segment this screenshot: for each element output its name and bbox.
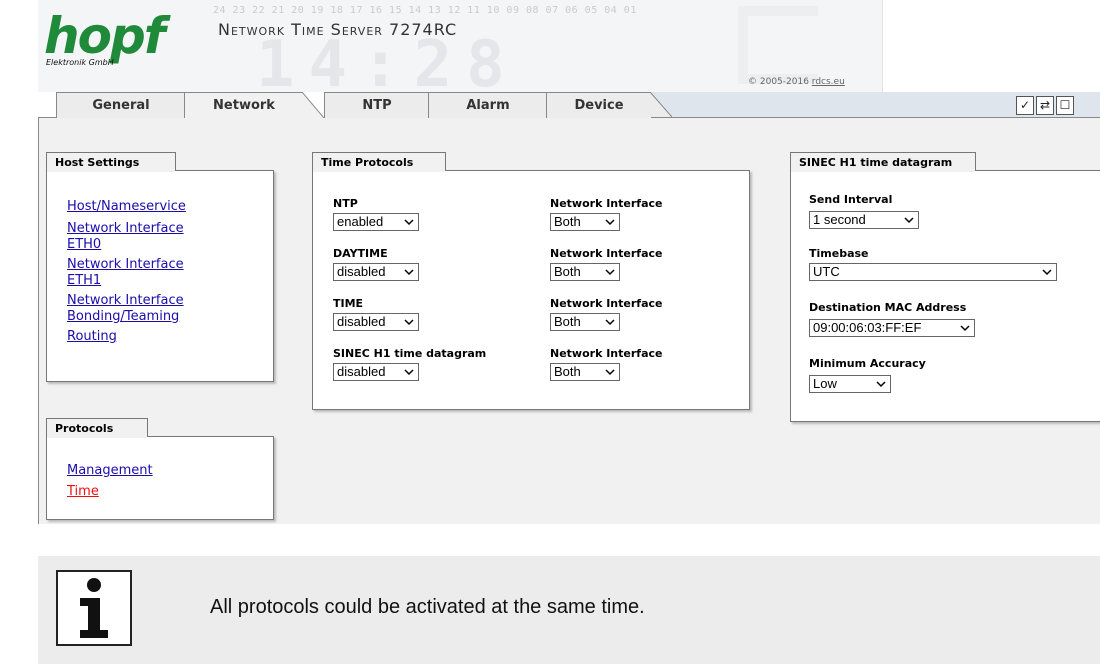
hopf-logo: hopf	[44, 7, 165, 65]
chevron-down-icon	[404, 219, 414, 226]
tab-device[interactable]: Device	[546, 92, 651, 118]
send-interval-select[interactable]: 1 second	[809, 211, 919, 229]
send-interval-value: 1 second	[813, 212, 866, 227]
chevron-down-icon	[960, 325, 970, 332]
link-network-interface-eth1[interactable]: Network Interface ETH1	[67, 257, 217, 289]
protocols-panel: Management Time	[46, 436, 274, 520]
host-settings-title: Host Settings	[46, 152, 176, 172]
chevron-down-icon	[876, 381, 886, 388]
ntp-select-value: enabled	[337, 214, 384, 229]
time-iface-select[interactable]: Both	[550, 313, 620, 331]
chevron-down-icon	[404, 319, 414, 326]
dest-mac-select[interactable]: 09:00:06:03:FF:EF	[809, 319, 975, 337]
check-icon[interactable]: ✓	[1016, 96, 1034, 115]
daytime-iface-label: Network Interface	[550, 247, 663, 260]
time-label: TIME	[333, 297, 364, 310]
info-text: All protocols could be activated at the …	[210, 596, 645, 618]
header-bg-graphic	[738, 6, 818, 84]
info-glyph	[80, 578, 108, 638]
app-title: Network Time Server 7274RC	[218, 20, 458, 39]
copyright-text: © 2005-2016	[748, 77, 812, 87]
host-settings-panel: Host/Nameservice Network Interface ETH0 …	[46, 170, 274, 382]
protocols-links: Management Time	[67, 463, 153, 500]
link-host-nameservice[interactable]: Host/Nameservice	[67, 199, 267, 215]
link-management[interactable]: Management	[67, 463, 153, 479]
time-iface-label: Network Interface	[550, 297, 663, 310]
daytime-label: DAYTIME	[333, 247, 388, 260]
daytime-select[interactable]: disabled	[333, 263, 419, 281]
min-accuracy-value: Low	[813, 376, 837, 391]
time-select[interactable]: disabled	[333, 313, 419, 331]
daytime-select-value: disabled	[337, 264, 386, 279]
sinec-iface-value: Both	[554, 364, 581, 379]
timebase-value: UTC	[813, 264, 840, 279]
tab-bar: General Network NTP Alarm Device ✓ ⇄ ☐	[38, 92, 1100, 119]
ntp-select[interactable]: enabled	[333, 213, 419, 231]
dest-mac-label: Destination MAC Address	[809, 301, 967, 314]
link-network-interface-bonding[interactable]: Network Interface Bonding/Teaming	[67, 293, 217, 325]
ntp-iface-label: Network Interface	[550, 197, 663, 210]
sinec-panel: Send Interval 1 second Timebase UTC Dest…	[790, 170, 1100, 422]
logo-subtitle: Elektronik GmbH	[46, 58, 114, 67]
protocols-title: Protocols	[46, 418, 148, 438]
chevron-down-icon	[1042, 269, 1052, 276]
sinec-label: SINEC H1 time datagram	[333, 347, 487, 360]
ntp-iface-select[interactable]: Both	[550, 213, 620, 231]
tab-network[interactable]: Network	[184, 92, 303, 119]
copyright: © 2005-2016 rdcs.eu	[748, 77, 845, 87]
tab-device-slant	[650, 92, 672, 118]
sinec-iface-select[interactable]: Both	[550, 363, 620, 381]
tab-ntp[interactable]: NTP	[324, 92, 430, 118]
copyright-link[interactable]: rdcs.eu	[812, 77, 845, 87]
sinec-iface-label: Network Interface	[550, 347, 663, 360]
daytime-iface-value: Both	[554, 264, 581, 279]
chevron-down-icon	[605, 219, 615, 226]
content-area: Host/Nameservice Network Interface ETH0 …	[38, 118, 1100, 524]
chevron-down-icon	[605, 269, 615, 276]
link-time[interactable]: Time	[67, 484, 153, 500]
ntp-label: NTP	[333, 197, 358, 210]
daytime-iface-select[interactable]: Both	[550, 263, 620, 281]
content-left-border	[38, 118, 39, 524]
refresh-icon[interactable]: ⇄	[1036, 96, 1054, 115]
link-network-interface-eth0[interactable]: Network Interface ETH0	[67, 221, 217, 253]
header-banner: 24 23 22 21 20 19 18 17 16 15 14 13 12 1…	[38, 0, 883, 92]
min-accuracy-select[interactable]: Low	[809, 375, 891, 393]
dest-mac-value: 09:00:06:03:FF:EF	[813, 320, 922, 335]
chevron-down-icon	[605, 369, 615, 376]
page-icon[interactable]: ☐	[1056, 96, 1074, 115]
tab-network-slant	[302, 92, 324, 118]
time-iface-value: Both	[554, 314, 581, 329]
send-interval-label: Send Interval	[809, 193, 893, 206]
timebase-select[interactable]: UTC	[809, 263, 1057, 281]
info-note: All protocols could be activated at the …	[38, 556, 1100, 664]
time-protocols-title: Time Protocols	[312, 152, 446, 172]
chevron-down-icon	[605, 319, 615, 326]
timebase-label: Timebase	[809, 247, 869, 260]
ntp-iface-value: Both	[554, 214, 581, 229]
chevron-down-icon	[404, 369, 414, 376]
sinec-select[interactable]: disabled	[333, 363, 419, 381]
tab-alarm[interactable]: Alarm	[428, 92, 548, 118]
link-routing[interactable]: Routing	[67, 329, 267, 345]
host-settings-links: Host/Nameservice Network Interface ETH0 …	[67, 199, 267, 345]
chevron-down-icon	[404, 269, 414, 276]
header-bg-numbers: 24 23 22 21 20 19 18 17 16 15 14 13 12 1…	[213, 5, 637, 16]
time-protocols-panel: NTP enabled Network Interface Both DAYTI…	[312, 170, 750, 410]
sinec-title: SINEC H1 time datagram	[790, 152, 976, 172]
tab-general[interactable]: General	[56, 92, 186, 118]
time-select-value: disabled	[337, 314, 386, 329]
sinec-select-value: disabled	[337, 364, 386, 379]
chevron-down-icon	[904, 217, 914, 224]
min-accuracy-label: Minimum Accuracy	[809, 357, 926, 370]
info-icon	[56, 570, 132, 646]
